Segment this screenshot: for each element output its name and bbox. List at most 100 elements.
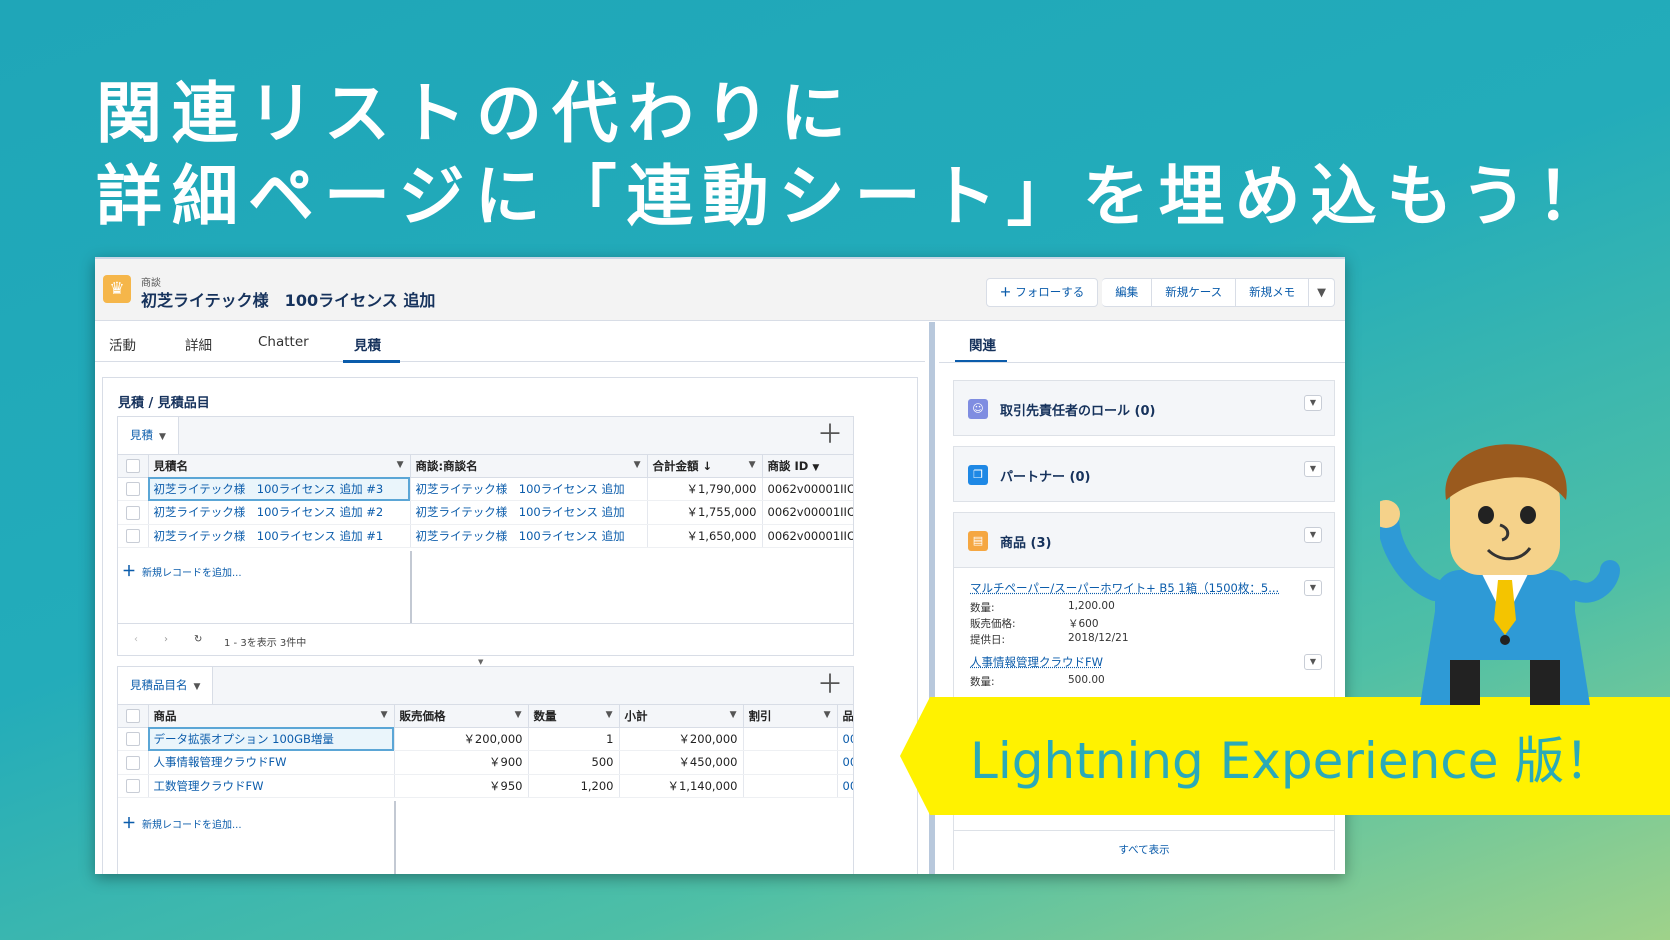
discount-cell[interactable] [743, 727, 838, 751]
chevron-down-icon[interactable]: ▼ [1304, 580, 1322, 596]
quantity-cell[interactable]: 1 [528, 727, 620, 751]
tab-related[interactable]: 関連 [969, 334, 996, 354]
chevron-down-icon[interactable]: ▼ [1304, 654, 1322, 670]
view-all-link[interactable]: すべて表示 [953, 830, 1335, 870]
add-item-record-link[interactable]: ＋新規レコードを追加... [122, 813, 242, 833]
col-opportunity-name[interactable]: 商談:商談名 ▼ [410, 455, 648, 478]
col-total-amount[interactable]: 合計金額 ↓ ▼ [647, 455, 763, 478]
product-cell[interactable]: 人事情報管理クラウドFW [148, 750, 395, 775]
quote-object-select[interactable]: 見積 ▼ [118, 417, 179, 454]
row-checkbox[interactable] [125, 505, 140, 520]
extra-cell[interactable]: 00 [837, 727, 853, 751]
related-card-contact-roles: ☺ 取引先責任者のロール (0) ▼ [953, 380, 1335, 436]
extra-cell[interactable]: 00 [837, 750, 853, 775]
row-checkbox[interactable] [125, 755, 140, 770]
subtotal-cell[interactable]: ￥450,000 [619, 750, 744, 775]
quote-name-cell[interactable]: 初芝ライテック様 100ライセンス 追加 #1 [148, 524, 411, 548]
row-checkbox[interactable] [125, 779, 140, 793]
record-tabs: 活動 詳細 Chatter 見積 [95, 322, 925, 363]
col-subtotal[interactable]: 小計 ▼ [619, 705, 744, 728]
pager-next-icon[interactable]: › [164, 634, 168, 645]
quote-name-cell[interactable]: 初芝ライテック様 100ライセンス 追加 #3 [148, 477, 411, 501]
col-quantity[interactable]: 数量 ▼ [528, 705, 620, 728]
add-icon[interactable]: ＋ [817, 419, 843, 451]
select-all-checkbox[interactable] [118, 705, 149, 728]
col-quote-name[interactable]: 見積名 ▼ [148, 455, 411, 478]
main-pane: 活動 詳細 Chatter 見積 見積 / 見積品目 見積▼ ＋ 見積名▼ [95, 322, 925, 874]
table-row[interactable]: 工数管理クラウドFW ￥950 1,200 ￥1,140,000 00 [118, 774, 853, 798]
total-amount-cell[interactable]: ￥1,790,000 [647, 477, 763, 501]
frozen-column-line [410, 551, 412, 623]
refresh-icon[interactable]: ↻ [194, 634, 202, 645]
product-cell[interactable]: データ拡張オプション 100GB増量 [148, 727, 395, 751]
opportunity-id-cell[interactable]: 0062v00001IIO [762, 500, 853, 525]
new-memo-button[interactable]: 新規メモ [1236, 278, 1310, 307]
edit-button[interactable]: 編集 [1102, 278, 1153, 307]
opportunity-name-cell[interactable]: 初芝ライテック様 100ライセンス 追加 [410, 477, 648, 501]
item-object-select[interactable]: 見積品目名 ▼ [118, 667, 214, 704]
table-row[interactable]: 初芝ライテック様 100ライセンス 追加 #1 初芝ライテック様 100ライセン… [118, 524, 853, 548]
subtotal-cell[interactable]: ￥1,140,000 [619, 774, 744, 798]
quote-pager: ‹ › ↻ 1 - 3を表示 3件中 [118, 623, 853, 655]
opportunity-name-cell[interactable]: 初芝ライテック様 100ライセンス 追加 [410, 500, 648, 525]
discount-cell[interactable] [743, 750, 838, 775]
tab-activity[interactable]: 活動 [109, 334, 136, 354]
extra-cell[interactable]: 00 [837, 774, 853, 798]
table-row[interactable]: データ拡張オプション 100GB増量 ￥200,000 1 ￥200,000 0… [118, 727, 853, 751]
follow-button[interactable]: ＋フォローする [985, 278, 1099, 307]
product-cell[interactable]: 工数管理クラウドFW [148, 774, 395, 798]
select-all-checkbox[interactable] [118, 455, 149, 478]
table-row[interactable]: 人事情報管理クラウドFW ￥900 500 ￥450,000 00 [118, 750, 853, 775]
col-product[interactable]: 商品 ▼ [148, 705, 395, 728]
opportunity-id-cell[interactable]: 0062v00001IIO [762, 477, 853, 501]
subtotal-cell[interactable]: ￥200,000 [619, 727, 744, 751]
chevron-down-icon: ▼ [514, 710, 522, 720]
chevron-down-icon[interactable]: ▼ [1304, 527, 1322, 543]
tab-details[interactable]: 詳細 [185, 334, 212, 354]
crown-icon: ♛ [103, 275, 131, 303]
add-quote-record-link[interactable]: ＋新規レコードを追加... [122, 561, 242, 581]
chevron-down-icon[interactable]: ▼ [1304, 461, 1322, 477]
quote-table: 見積名 ▼ 商談:商談名 ▼ 合計金額 ↓ ▼ 商談 ID ▼ 初芝ライテック様 10… [118, 455, 853, 548]
pager-prev-icon[interactable]: ‹ [134, 634, 138, 645]
opportunity-id-cell[interactable]: 0062v00001IIO [762, 524, 853, 548]
col-opportunity-id[interactable]: 商談 ID ▼ [762, 455, 853, 478]
col-sales-price[interactable]: 販売価格 ▼ [394, 705, 529, 728]
total-amount-cell[interactable]: ￥1,755,000 [647, 500, 763, 525]
mascot-head [1445, 444, 1567, 575]
row-checkbox[interactable] [125, 529, 140, 543]
related-card-title[interactable]: 取引先責任者のロール (0) [1000, 400, 1155, 419]
row-checkbox[interactable] [125, 732, 140, 746]
headline-line-1: 関連リストの代わりに [96, 75, 856, 152]
product-link[interactable]: 人事情報管理クラウドFW [970, 654, 1288, 670]
quote-name-cell[interactable]: 初芝ライテック様 100ライセンス 追加 #2 [148, 500, 411, 525]
quantity-cell[interactable]: 1,200 [528, 774, 620, 798]
related-card-title[interactable]: パートナー (0) [1000, 466, 1090, 485]
quantity-cell[interactable]: 500 [528, 750, 620, 775]
chevron-down-icon: ▼ [633, 460, 641, 470]
table-row[interactable]: 初芝ライテック様 100ライセンス 追加 #2 初芝ライテック様 100ライセン… [118, 500, 853, 525]
presenter-mascot [1380, 444, 1620, 705]
row-checkbox[interactable] [125, 482, 140, 496]
new-case-button[interactable]: 新規ケース [1152, 278, 1237, 307]
chevron-down-icon: ▼ [1317, 285, 1326, 299]
resize-handle-icon[interactable]: ▼ [478, 658, 483, 666]
more-actions-button[interactable]: ▼ [1309, 278, 1335, 307]
discount-cell[interactable] [743, 774, 838, 798]
chevron-down-icon: ▼ [193, 682, 201, 692]
total-amount-cell[interactable]: ￥1,650,000 [647, 524, 763, 548]
col-discount[interactable]: 割引 ▼ [743, 705, 838, 728]
product-link[interactable]: マルチペーパー/スーパーホワイト+ B5 1箱（1500枚：5... [970, 580, 1288, 596]
related-card-title[interactable]: 商品 (3) [1000, 532, 1051, 551]
chevron-down-icon[interactable]: ▼ [1304, 395, 1322, 411]
sales-price-cell[interactable]: ￥950 [394, 774, 529, 798]
record-actions: ＋フォローする 編集 新規ケース 新規メモ ▼ [985, 278, 1335, 307]
opportunity-name-cell[interactable]: 初芝ライテック様 100ライセンス 追加 [410, 524, 648, 548]
add-icon[interactable]: ＋ [817, 669, 843, 701]
col-extra[interactable]: 品 [837, 705, 853, 728]
table-row[interactable]: 初芝ライテック様 100ライセンス 追加 #3 初芝ライテック様 100ライセン… [118, 477, 853, 501]
tab-chatter[interactable]: Chatter [258, 334, 309, 350]
sales-price-cell[interactable]: ￥200,000 [394, 727, 529, 751]
sales-price-cell[interactable]: ￥900 [394, 750, 529, 775]
tab-quotes[interactable]: 見積 [354, 334, 381, 354]
